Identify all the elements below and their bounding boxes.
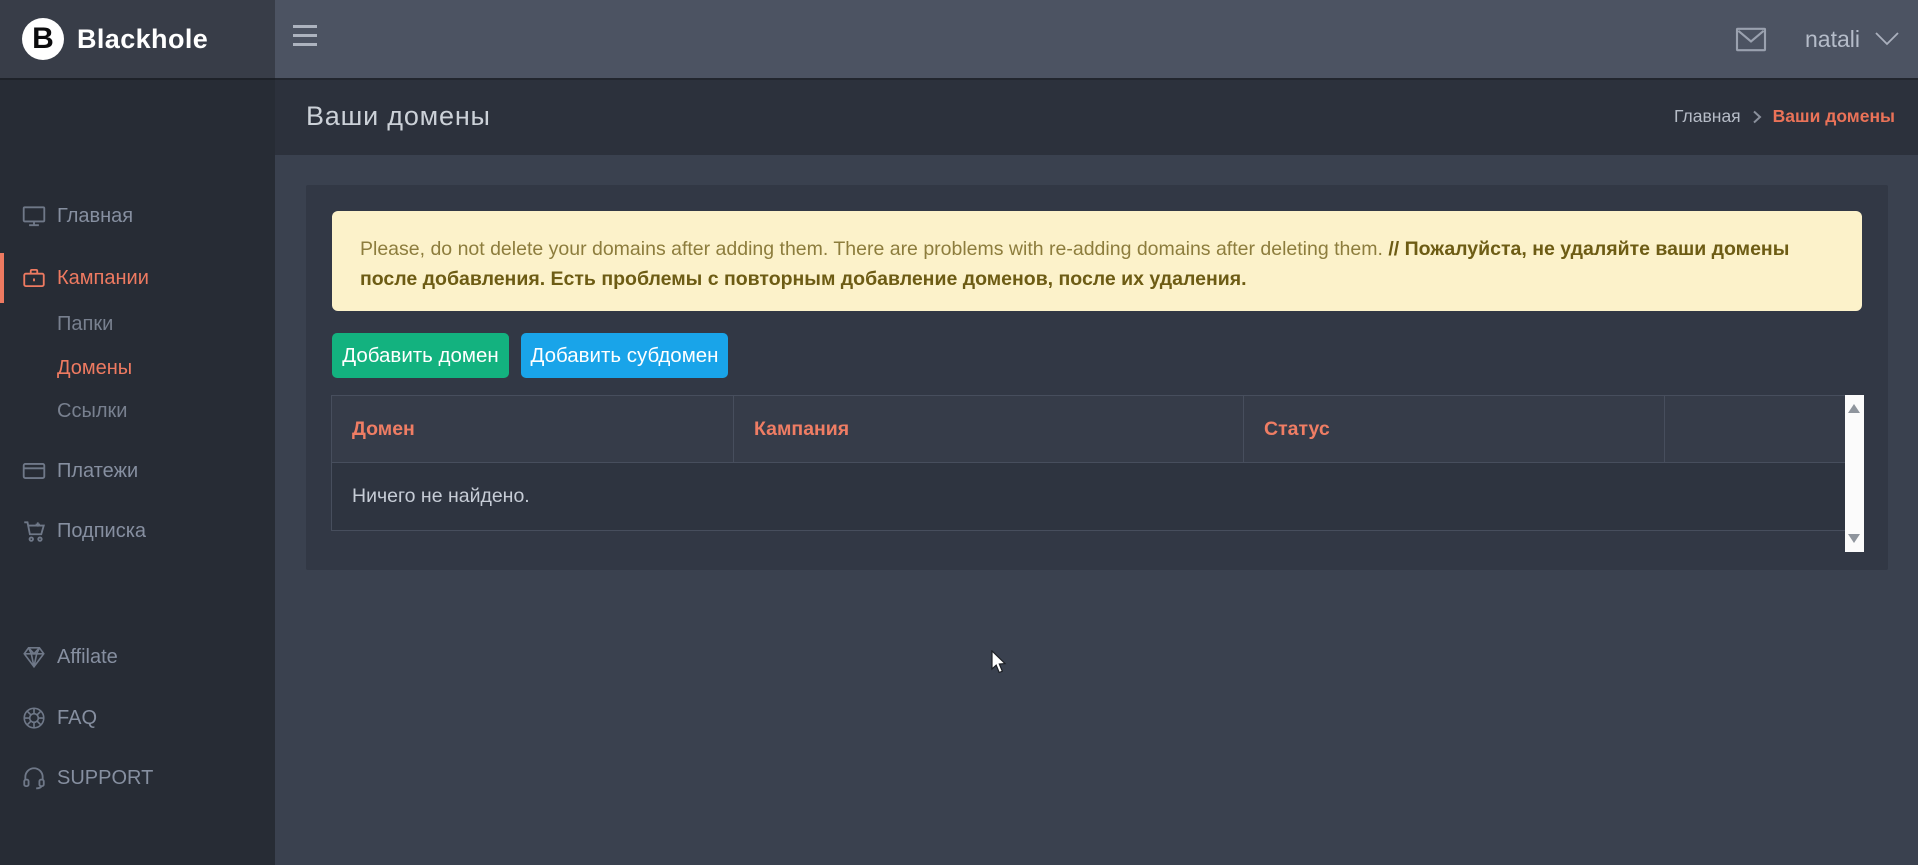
app-window: B Blackhole natali — [0, 0, 1918, 865]
sidebar-item-label: SUPPORT — [57, 767, 153, 790]
table-header-campaign: Кампания — [734, 396, 1244, 463]
sidebar-subitem-links[interactable]: Ссылки — [57, 398, 127, 424]
warning-alert: Please, do not delete your domains after… — [332, 211, 1862, 311]
brand-name: Blackhole — [77, 24, 208, 55]
sidebar-item-campaigns[interactable]: Кампании — [0, 253, 275, 303]
cart-icon — [21, 518, 47, 544]
sidebar-item-affiliate[interactable]: Affilate — [0, 644, 275, 670]
breadcrumb-current: Ваши домены — [1773, 106, 1895, 127]
breadcrumb-home-link[interactable]: Главная — [1674, 106, 1741, 127]
page-title-bar: Ваши домены Главная Ваши домены — [275, 78, 1918, 155]
table-header-status: Статус — [1244, 396, 1665, 463]
monitor-icon — [21, 203, 47, 229]
brand-logo-icon: B — [22, 18, 64, 60]
content-area: Please, do not delete your domains after… — [275, 155, 1918, 865]
sidebar-item-payments[interactable]: Платежи — [0, 458, 275, 484]
sidebar-subitem-label: Папки — [57, 313, 113, 336]
table-row: Ничего не найдено. — [332, 463, 1846, 531]
sidebar-item-label: Платежи — [57, 460, 138, 483]
table-header-domain: Домен — [332, 396, 734, 463]
briefcase-icon — [21, 265, 47, 291]
alert-text-en: Please, do not delete your domains after… — [360, 238, 1383, 260]
sidebar-subitem-label: Ссылки — [57, 400, 127, 423]
hamburger-menu-icon[interactable] — [293, 25, 317, 46]
sidebar-item-label: Подписка — [57, 520, 146, 543]
user-menu-name[interactable]: natali — [1805, 26, 1860, 53]
sidebar-item-label: Главная — [57, 205, 133, 228]
sidebar-item-label: Affilate — [57, 646, 118, 669]
credit-card-icon — [21, 458, 47, 484]
table-header-empty — [1665, 396, 1846, 463]
headset-icon — [21, 765, 47, 791]
sidebar-subitem-folders[interactable]: Папки — [57, 311, 113, 337]
sidebar-subitem-domains[interactable]: Домены — [57, 355, 132, 381]
top-bar: B Blackhole natali — [0, 0, 1918, 78]
mail-icon[interactable] — [1735, 26, 1767, 53]
table-header-row: Домен Кампания Статус — [332, 396, 1846, 463]
top-bar-main: natali — [275, 0, 1918, 78]
sidebar-item-support[interactable]: SUPPORT — [0, 765, 275, 791]
domains-table-wrapper: Домен Кампания Статус Ничего не найдено. — [331, 395, 1864, 552]
sidebar: Главная Кампании Папки Домены Ссылки — [0, 78, 275, 865]
add-domain-button[interactable]: Добавить домен — [332, 333, 509, 378]
sidebar-item-home[interactable]: Главная — [0, 203, 275, 229]
brand-logo[interactable]: B Blackhole — [0, 0, 275, 78]
top-bar-right: natali — [1735, 0, 1900, 78]
gem-icon — [21, 644, 47, 670]
domains-table: Домен Кампания Статус Ничего не найдено. — [331, 395, 1846, 531]
brand-letter: B — [32, 22, 54, 56]
add-subdomain-button[interactable]: Добавить субдомен — [521, 333, 728, 378]
sidebar-item-faq[interactable]: FAQ — [0, 705, 275, 731]
chevron-down-icon[interactable] — [1874, 31, 1900, 47]
sidebar-item-label: Кампании — [57, 267, 149, 290]
table-scrollbar[interactable] — [1845, 395, 1864, 552]
helm-icon — [21, 705, 47, 731]
breadcrumb-separator-icon — [1751, 110, 1763, 124]
sidebar-subitem-label: Домены — [57, 357, 132, 380]
scroll-down-icon[interactable] — [1848, 534, 1860, 543]
scroll-up-icon[interactable] — [1848, 404, 1860, 413]
page-title: Ваши домены — [306, 101, 491, 132]
sidebar-item-subscription[interactable]: Подписка — [0, 518, 275, 544]
actions-row: Добавить домен Добавить субдомен — [332, 333, 728, 378]
table-empty-message: Ничего не найдено. — [332, 463, 1846, 531]
breadcrumb: Главная Ваши домены — [1674, 106, 1895, 127]
sidebar-item-label: FAQ — [57, 707, 97, 730]
domains-card: Please, do not delete your domains after… — [306, 185, 1888, 570]
